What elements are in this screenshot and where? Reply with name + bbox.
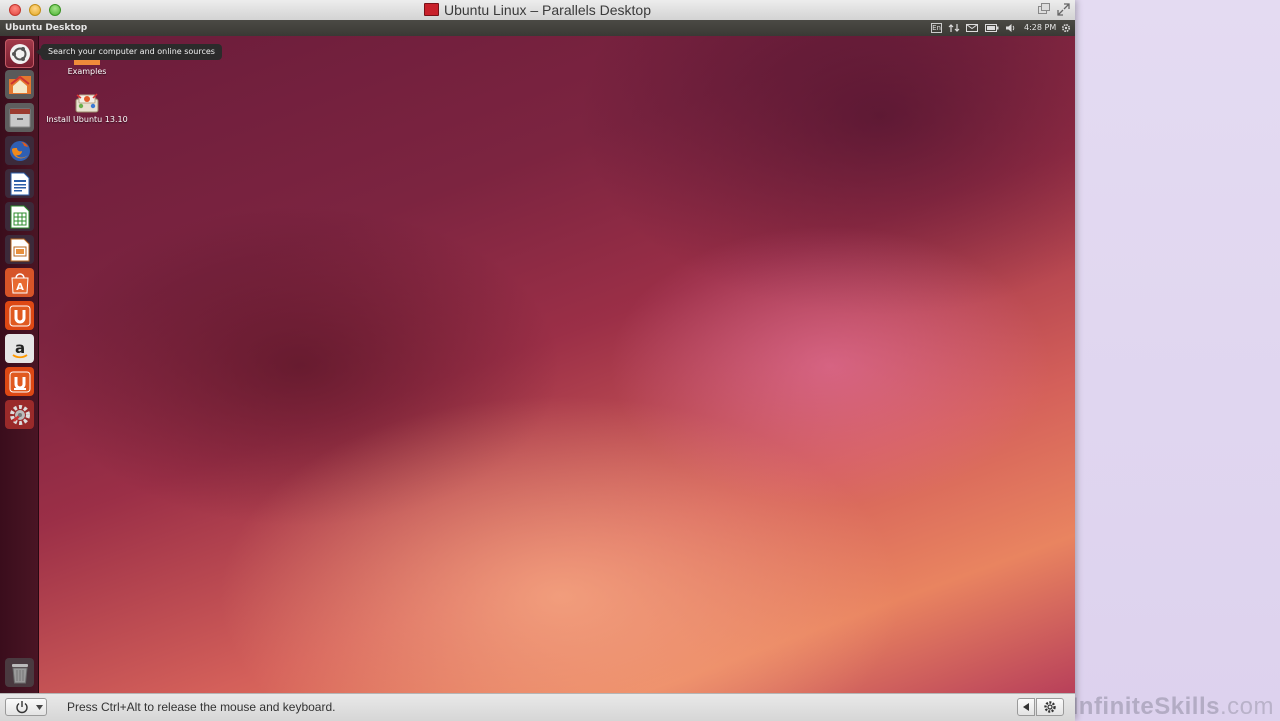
desktop-icon-install-ubuntu[interactable]: Install Ubuntu 13.10 [42,90,132,124]
ubuntu-one-icon [9,305,30,326]
chevron-left-icon [1023,703,1029,711]
fullscreen-icon[interactable] [1057,3,1070,16]
launcher-ubuntu-one-music[interactable] [5,367,34,396]
launcher-libreoffice-impress[interactable] [5,235,34,264]
window-titlebar[interactable]: Ubuntu Linux – Parallels Desktop [0,0,1075,21]
window-title: Ubuntu Linux – Parallels Desktop [0,0,1075,20]
installer-icon [75,93,99,113]
chevron-down-icon [36,705,43,710]
launcher-dash-home[interactable] [5,39,34,68]
ubuntu-desktop[interactable]: Examples Install Ubuntu 13.10 [0,36,1075,693]
launcher-software-center[interactable]: A [5,268,34,297]
host-desktop-background [1075,0,1280,720]
launcher-libreoffice-calc[interactable] [5,202,34,231]
keyboard-layout-icon[interactable]: En [931,23,942,33]
panel-title: Ubuntu Desktop [5,23,88,33]
battery-icon[interactable] [985,23,999,33]
parallels-window: Ubuntu Linux – Parallels Desktop Ubuntu … [0,0,1075,721]
session-gear-icon[interactable] [1061,23,1071,33]
firefox-icon [9,140,30,161]
writer-icon [10,172,29,195]
launcher-firefox[interactable] [5,136,34,165]
launcher-ubuntu-one[interactable] [5,301,34,330]
volume-icon[interactable] [1005,23,1016,33]
launcher-libreoffice-writer[interactable] [5,169,34,198]
svg-text:a: a [14,339,24,357]
launcher-home-folder[interactable] [5,70,34,99]
software-center-icon: A [10,272,29,293]
launcher-trash[interactable] [5,658,34,687]
gear-icon [1044,701,1056,713]
launcher-amazon[interactable]: a [5,334,34,363]
ubuntu-logo-icon [9,43,30,64]
restore-window-icon[interactable] [1038,3,1050,14]
settings-icon [9,404,30,425]
impress-icon [10,238,29,261]
launcher-system-settings[interactable] [5,400,34,429]
unity-launcher: A a [0,36,39,693]
launcher-tooltip: Search your computer and online sources [36,44,222,60]
calc-icon [10,205,29,228]
amazon-icon: a [11,339,28,358]
parallels-vm-icon [423,3,439,16]
mail-icon[interactable] [966,23,978,33]
infiniteskills-watermark: InfiniteSkills.com [1071,693,1274,720]
status-message: Press Ctrl+Alt to release the mouse and … [67,700,336,714]
power-icon [16,701,28,714]
ubuntu-one-music-icon [9,371,30,392]
power-menu-button[interactable] [5,698,47,716]
scroll-left-button[interactable] [1017,698,1035,716]
svg-text:A: A [16,282,24,293]
ubuntu-top-panel: Ubuntu Desktop En 4:28 PM [0,20,1075,36]
trash-icon [11,663,28,683]
parallels-status-bar: Press Ctrl+Alt to release the mouse and … [0,693,1075,721]
drawer-icon [9,108,30,127]
network-icon[interactable] [948,23,960,33]
launcher-file-manager[interactable] [5,103,34,132]
vm-settings-button[interactable] [1036,698,1064,716]
home-folder-icon [8,75,31,94]
panel-clock[interactable]: 4:28 PM [1024,20,1056,36]
